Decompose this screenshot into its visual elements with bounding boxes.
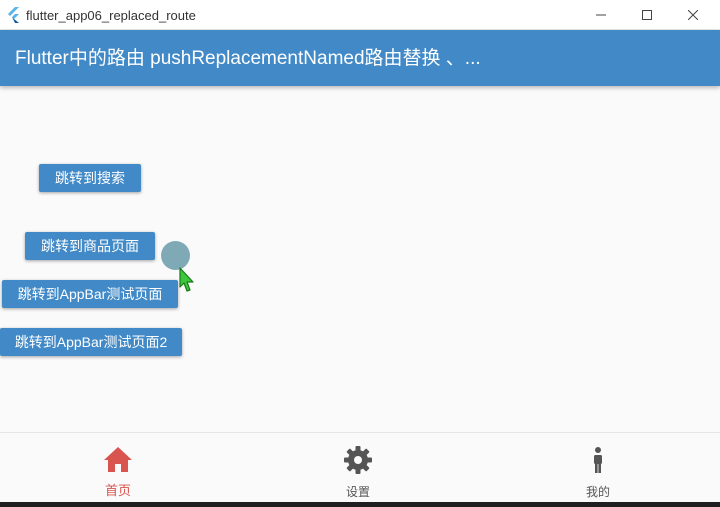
nav-item-home[interactable]: 首页 bbox=[58, 433, 178, 503]
nav-item-mine[interactable]: 我的 bbox=[538, 433, 658, 503]
nav-label-home: 首页 bbox=[104, 483, 131, 498]
close-button[interactable] bbox=[670, 0, 716, 30]
window-title: flutter_app06_replaced_route bbox=[26, 8, 196, 23]
app-window: flutter_app06_replaced_route Flutter中的路由… bbox=[0, 0, 720, 507]
home-icon bbox=[104, 447, 132, 472]
minimize-button[interactable] bbox=[578, 0, 624, 30]
close-icon bbox=[688, 10, 698, 20]
nav-item-settings[interactable]: 设置 bbox=[298, 433, 418, 503]
page-title: Flutter中的路由 pushReplacementNamed路由替换 、..… bbox=[15, 48, 481, 69]
app-bar: Flutter中的路由 pushReplacementNamed路由替换 、..… bbox=[0, 30, 720, 86]
maximize-icon bbox=[642, 10, 652, 20]
window-title-bar: flutter_app06_replaced_route bbox=[0, 0, 720, 30]
window-bottom-border bbox=[0, 502, 720, 507]
go-appbar-test2-button[interactable]: 跳转到AppBar测试页面2 bbox=[0, 328, 182, 356]
go-product-button[interactable]: 跳转到商品页面 bbox=[25, 232, 155, 260]
person-icon bbox=[594, 447, 602, 473]
go-appbar-test-button[interactable]: 跳转到AppBar测试页面 bbox=[2, 280, 178, 308]
touch-indicator bbox=[161, 241, 190, 270]
bottom-navigation-bar: 首页 设置 我的 bbox=[0, 432, 720, 502]
nav-label-mine: 我的 bbox=[585, 485, 610, 499]
maximize-button[interactable] bbox=[624, 0, 670, 30]
minimize-icon bbox=[596, 14, 606, 16]
flutter-logo-icon bbox=[8, 7, 19, 23]
go-search-button[interactable]: 跳转到搜索 bbox=[39, 164, 141, 192]
nav-label-settings: 设置 bbox=[345, 485, 370, 499]
gear-icon bbox=[344, 446, 372, 474]
mouse-cursor-icon bbox=[179, 267, 194, 292]
